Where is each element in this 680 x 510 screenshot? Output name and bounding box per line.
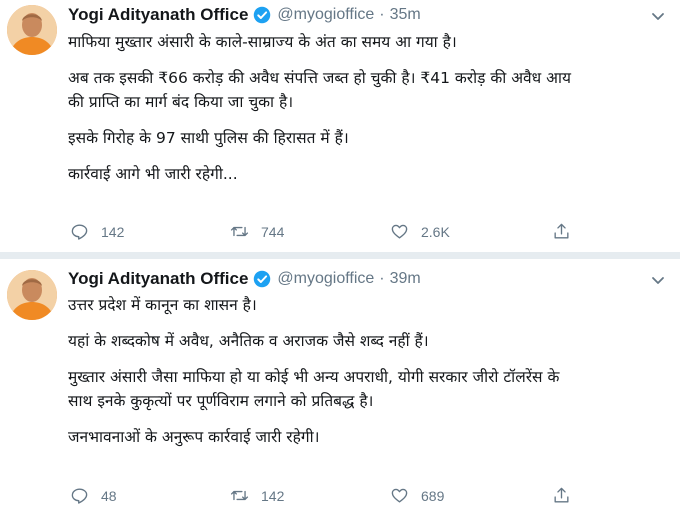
share-icon — [554, 223, 569, 239]
reply-button[interactable]: 142 — [70, 222, 124, 241]
reply-icon — [71, 224, 88, 240]
tweet-actions: 142 744 2.6K — [70, 222, 590, 244]
reply-count: 48 — [101, 487, 117, 504]
tweet-text: उत्तर प्रदेश में कानून का शासन है। यहां … — [68, 293, 673, 449]
retweet-count: 744 — [261, 223, 285, 240]
share-icon — [554, 487, 569, 503]
tweet-line: यहां के शब्दकोष में अवैध, अनैतिक व अराजक… — [68, 332, 429, 350]
author-handle[interactable]: @myogioffice — [277, 270, 374, 288]
reply-button[interactable]: 48 — [70, 486, 117, 505]
tweet-line: इसके गिरोह के 97 साथी पुलिस की हिरासत मे… — [68, 129, 349, 147]
reply-icon — [71, 488, 88, 504]
tweet-line: कार्रवाई आगे भी जारी रहेगी... — [68, 165, 238, 183]
verified-badge-icon — [253, 6, 271, 24]
share-button[interactable] — [552, 222, 571, 241]
tweet-header: Yogi Adityanath Office @myogioffice · 35… — [68, 3, 421, 27]
retweet-count: 142 — [261, 487, 285, 504]
author-name[interactable]: Yogi Adityanath Office — [68, 269, 248, 289]
tweet-timestamp[interactable]: 35m — [390, 6, 421, 24]
chevron-down-icon[interactable] — [650, 272, 666, 288]
avatar-image — [7, 270, 57, 320]
tweet-text: माफिया मुख्तार अंसारी के काले-साम्राज्य … — [68, 30, 673, 186]
like-button[interactable]: 2.6K — [390, 222, 450, 241]
tweet-card[interactable]: Yogi Adityanath Office @myogioffice · 35… — [0, 0, 680, 252]
like-count: 689 — [421, 487, 445, 504]
heart-icon — [391, 224, 408, 239]
tweet-line: माफिया मुख्तार अंसारी के काले-साम्राज्य … — [68, 33, 457, 51]
separator-dot: · — [379, 6, 385, 23]
separator-dot: · — [379, 270, 385, 287]
author-handle[interactable]: @myogioffice — [277, 6, 374, 24]
share-button[interactable] — [552, 486, 571, 505]
tweet-line: उत्तर प्रदेश में कानून का शासन है। — [68, 296, 257, 314]
avatar[interactable] — [7, 5, 57, 55]
tweet-timestamp[interactable]: 39m — [390, 270, 421, 288]
tweet-actions: 48 142 689 — [70, 486, 590, 508]
verified-badge-icon — [253, 270, 271, 288]
tweet-line: जनभावनाओं के अनुरूप कार्रवाई जारी रहेगी। — [68, 428, 320, 446]
like-count: 2.6K — [421, 223, 450, 240]
tweet-line: अब तक इसकी ₹66 करोड़ की अवैध संपत्ति जब्… — [68, 69, 571, 87]
tweet-header: Yogi Adityanath Office @myogioffice · 39… — [68, 267, 421, 291]
reply-count: 142 — [101, 223, 125, 240]
author-name[interactable]: Yogi Adityanath Office — [68, 5, 248, 25]
tweet-divider — [0, 252, 680, 259]
retweet-button[interactable]: 142 — [230, 486, 284, 505]
avatar-image — [7, 5, 57, 55]
retweet-icon — [230, 490, 249, 501]
retweet-icon — [230, 226, 249, 237]
tweet-line: साथ इनके कुकृत्यों पर पूर्णविराम लगाने क… — [68, 392, 374, 410]
retweet-button[interactable]: 744 — [230, 222, 284, 241]
tweet-line: की प्राप्ति का मार्ग बंद किया जा चुका है… — [68, 93, 294, 111]
avatar[interactable] — [7, 270, 57, 320]
tweet-line: मुख्तार अंसारी जैसा माफिया हो या कोई भी … — [68, 368, 560, 386]
heart-icon — [391, 488, 408, 503]
like-button[interactable]: 689 — [390, 486, 444, 505]
chevron-down-icon[interactable] — [650, 8, 666, 24]
